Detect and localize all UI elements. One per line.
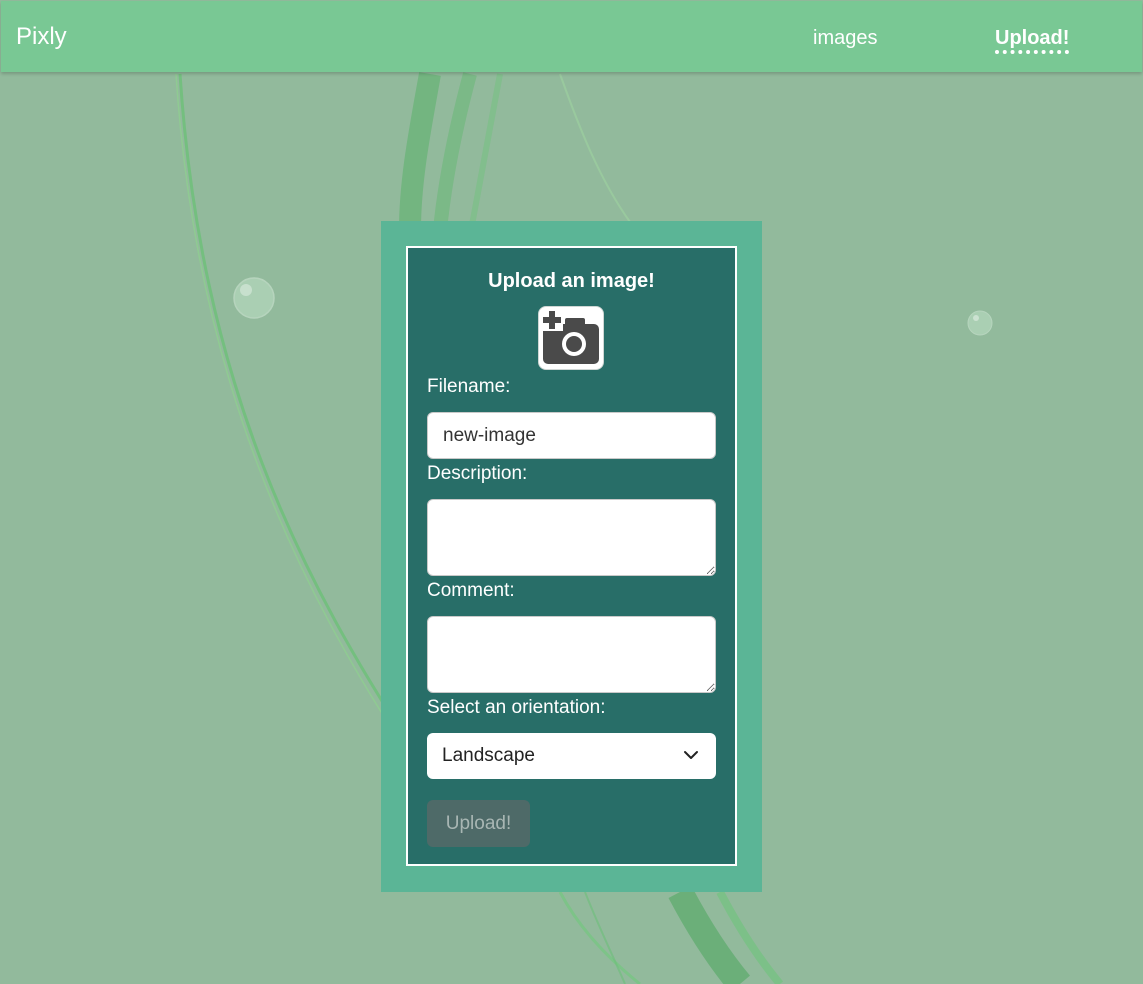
nav-link-upload[interactable]: Upload! [995,27,1069,50]
camera-add-icon [541,309,599,364]
comment-textarea[interactable] [427,616,716,693]
upload-form: Upload an image! Filename: Description: … [406,246,737,866]
filename-input[interactable] [427,412,716,459]
filename-label: Filename: [427,376,511,397]
brand-link[interactable]: Pixly [16,23,67,51]
comment-label: Comment: [427,580,515,601]
orientation-select[interactable]: Landscape [427,733,716,779]
navbar: Pixly images Upload! [1,1,1142,72]
upload-submit-button[interactable]: Upload! [427,800,530,847]
orientation-select-value: Landscape [442,745,535,766]
chevron-down-icon [684,751,698,759]
camera-add-button[interactable] [538,306,604,370]
upload-card: Upload an image! Filename: Description: … [381,221,762,892]
description-label: Description: [427,463,528,484]
orientation-label: Select an orientation: [427,697,606,718]
nav-link-images[interactable]: images [813,27,877,50]
form-title: Upload an image! [488,270,655,292]
description-textarea[interactable] [427,499,716,576]
